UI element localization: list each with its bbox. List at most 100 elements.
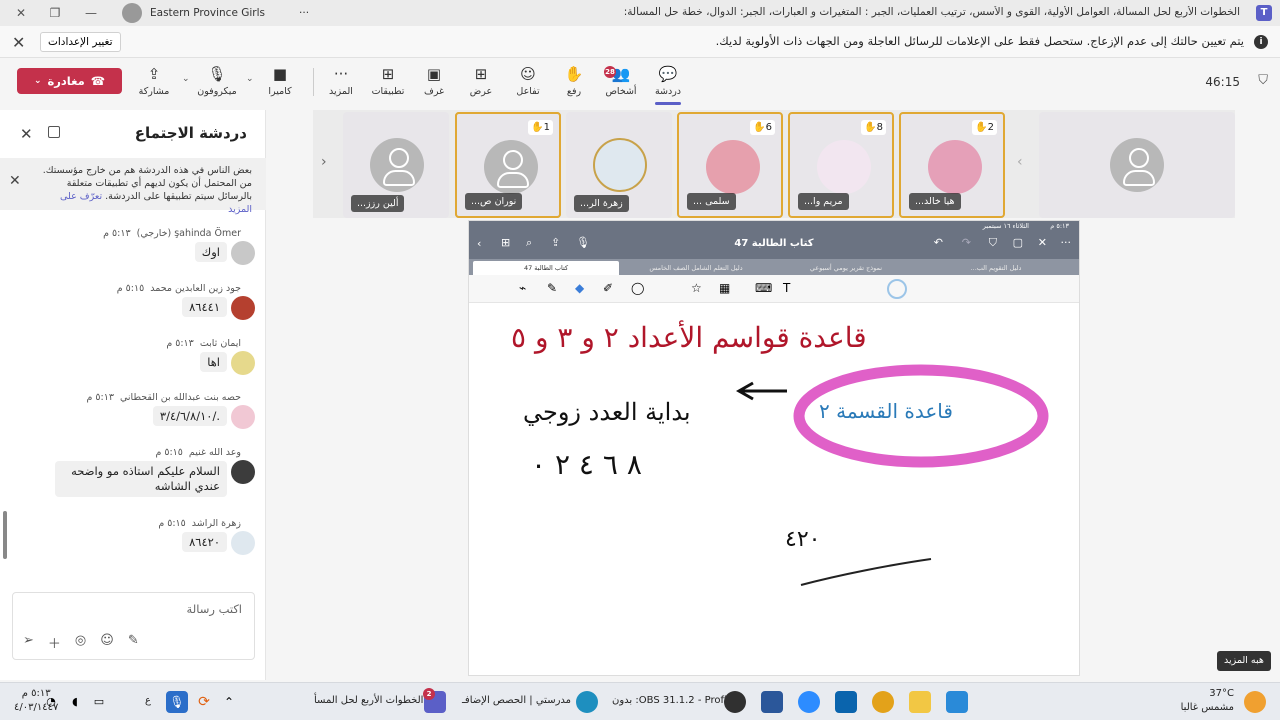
battery-icon[interactable]: ▭ [88, 691, 110, 713]
participant-name: زهرة الر... [574, 195, 629, 212]
tab-student-book[interactable]: كتاب الطالبة 47 [473, 261, 619, 275]
account-switcher[interactable]: Eastern Province Girls ··· [122, 3, 309, 23]
mic-active-icon[interactable]: 🎙 [166, 691, 188, 713]
file-explorer-icon[interactable] [909, 691, 931, 713]
edge-icon[interactable] [576, 691, 598, 713]
format-icon[interactable]: ✎ [128, 633, 139, 652]
change-settings-button[interactable]: تغيير الإعدادات [40, 32, 121, 52]
highlighter-icon[interactable]: ◆ [575, 281, 584, 295]
teams-logo-icon: T [1256, 5, 1272, 21]
lasso-icon[interactable]: ⌁ [519, 281, 526, 295]
self-video-tile[interactable] [1039, 112, 1235, 218]
rooms-button[interactable]: ▣ غرف [410, 64, 458, 97]
more-icon[interactable]: ··· [299, 7, 309, 19]
chat-message: جود زين العابدين محمد ٥:١٥ م ٨٦٤٤١ [15, 283, 255, 323]
participant-tile[interactable]: زهرة الر... [566, 112, 672, 218]
eraser-icon[interactable]: ✐ [603, 281, 613, 295]
note-canvas[interactable]: قاعدة قواسم الأعداد ٢ و ٣ و ٥ قاعدة القس… [469, 303, 1069, 675]
outlook-icon[interactable] [835, 691, 857, 713]
chat-scrollbar[interactable] [3, 511, 7, 559]
pen-toolbar: ⌁ ✎ ◆ ✐ ◯ ☆ ▦ ⌨ T [469, 275, 1079, 303]
tab-daily-report[interactable]: نموذج تقرير يومي أسبوعي [773, 261, 919, 275]
keyboard-icon[interactable]: ⌨ [755, 281, 772, 295]
close-icon[interactable]: ✕ [1038, 236, 1047, 249]
message-compose-box[interactable]: اكتب رسالة ➢ ＋ ◎ ☺ ✎ [12, 592, 255, 660]
chevron-up-icon[interactable]: ⌃ [218, 691, 240, 713]
external-warning: ✕ بعض الناس في هذه الدردشة هم من خارج مؤ… [0, 158, 266, 215]
microphone-icon: 🎙 [207, 65, 227, 83]
windows-start-icon[interactable] [946, 691, 968, 713]
chat-button[interactable]: 💬 دردشة [644, 64, 692, 97]
participant-strip: › ‹ نوران ص... ألين رزز... ✋1 نوران ص...… [313, 110, 1235, 218]
chat-title: دردشة الاجتماع [134, 124, 247, 142]
view-button[interactable]: ⊞ عرض [457, 64, 505, 97]
emoji-icon[interactable]: ☺ [100, 633, 114, 652]
redo-icon[interactable]: ↷ [962, 236, 971, 249]
participant-name: نوران ص... [465, 193, 523, 210]
react-button[interactable]: ☺ تفاعل [504, 64, 552, 97]
word-icon[interactable] [761, 691, 783, 713]
participant-tile[interactable]: ✋2 هيا خالد... [899, 112, 1005, 218]
more-icon[interactable]: ··· [1061, 236, 1072, 249]
zoom-icon[interactable] [798, 691, 820, 713]
close-chat-icon[interactable]: ✕ [20, 125, 33, 143]
more-button[interactable]: ··· المزيد [317, 64, 365, 97]
teams-task-label[interactable]: الخطوات الأربع لحل المسأ [314, 695, 423, 706]
mic-button[interactable]: 🎙 ميكروفون [193, 64, 241, 97]
bookmark-icon[interactable]: ⛉ [989, 236, 997, 250]
maximize-window-icon[interactable]: ❐ [36, 0, 74, 26]
close-icon[interactable]: ✕ [12, 33, 25, 52]
minimize-window-icon[interactable]: — [72, 0, 110, 26]
participant-tile-nouran[interactable]: ✋1 نوران ص... [455, 112, 561, 218]
camera-options-chevron-icon[interactable]: ⌄ [246, 74, 254, 84]
wifi-icon[interactable]: ◔ [40, 691, 62, 713]
camera-button[interactable]: ■ كاميرا [256, 64, 304, 97]
mic-options-chevron-icon[interactable]: ⌄ [182, 74, 190, 84]
chrome-icon[interactable] [872, 691, 894, 713]
sun-icon [1244, 691, 1266, 713]
image-icon[interactable]: ▦ [719, 281, 730, 295]
shape-icon[interactable]: ◯ [631, 281, 644, 295]
pen-icon[interactable]: ✎ [547, 281, 557, 295]
loop-icon[interactable]: ◎ [75, 633, 86, 652]
hand-icon: ✋ [564, 65, 584, 83]
chevron-left-icon[interactable]: ‹ [1017, 154, 1023, 170]
sticker-icon[interactable]: ☆ [691, 281, 702, 295]
dismiss-warning-icon[interactable]: ✕ [9, 173, 21, 189]
color-swatch[interactable] [887, 279, 907, 299]
message-bubble: اوك [194, 242, 227, 262]
smiley-icon: ☺ [520, 65, 536, 83]
raise-hand-button[interactable]: ✋ رفع [550, 64, 598, 97]
sync-icon[interactable]: ⟳ [193, 691, 215, 713]
participant-tile[interactable]: ✋8 مريم وا... [788, 112, 894, 218]
bubble-text: قاعدة القسمة ٢ [819, 399, 953, 423]
edge-task-label[interactable]: مدرستي | الحصص الإضافـ [462, 695, 571, 706]
avatar [231, 531, 255, 555]
undo-icon[interactable]: ↶ [934, 236, 943, 249]
add-page-icon[interactable]: ▢ [1013, 236, 1023, 249]
chevron-right-icon[interactable]: › [321, 154, 327, 170]
participant-tile[interactable]: ✋6 سلمى ... [677, 112, 783, 218]
popout-icon[interactable] [48, 126, 60, 138]
weather-widget[interactable]: 37°C مشمس غالبا [1181, 687, 1234, 715]
obs-task-label[interactable]: OBS 31.1.2 - Profile: بدون [612, 695, 736, 706]
text-icon[interactable]: T [783, 281, 790, 295]
avatar [231, 405, 255, 429]
see-more-button[interactable]: هبه المزيد [1217, 651, 1271, 671]
message-bubble: السلام عليكم استاذه مو واضحه عندي الشاشه [55, 461, 227, 497]
send-icon[interactable]: ➢ [23, 633, 34, 652]
leave-button[interactable]: ⌄ مغادرة ☎ [17, 68, 122, 94]
participant-avatar [370, 138, 424, 192]
participant-tile[interactable]: ألين رزز... [343, 112, 449, 218]
close-window-icon[interactable]: ✕ [2, 0, 40, 26]
obs-icon[interactable] [724, 691, 746, 713]
volume-icon[interactable]: ◖ [64, 691, 86, 713]
tab-teacher-guide[interactable]: دليل التعلم الشامل الصف الخامس [623, 261, 769, 275]
chevron-down-icon[interactable]: ⌄ [34, 76, 42, 86]
even-digits-text: ٨ ٦ ٤ ٢ ٠ [531, 448, 642, 481]
attach-plus-icon[interactable]: ＋ [48, 633, 61, 652]
apps-button[interactable]: ⊞ تطبيقات [364, 64, 412, 97]
language-indicator[interactable]: ع [145, 695, 151, 706]
share-button[interactable]: ⇪ مشاركة [130, 64, 178, 97]
tab-assessment-guide[interactable]: دليل التقويم الب... [923, 261, 1069, 275]
